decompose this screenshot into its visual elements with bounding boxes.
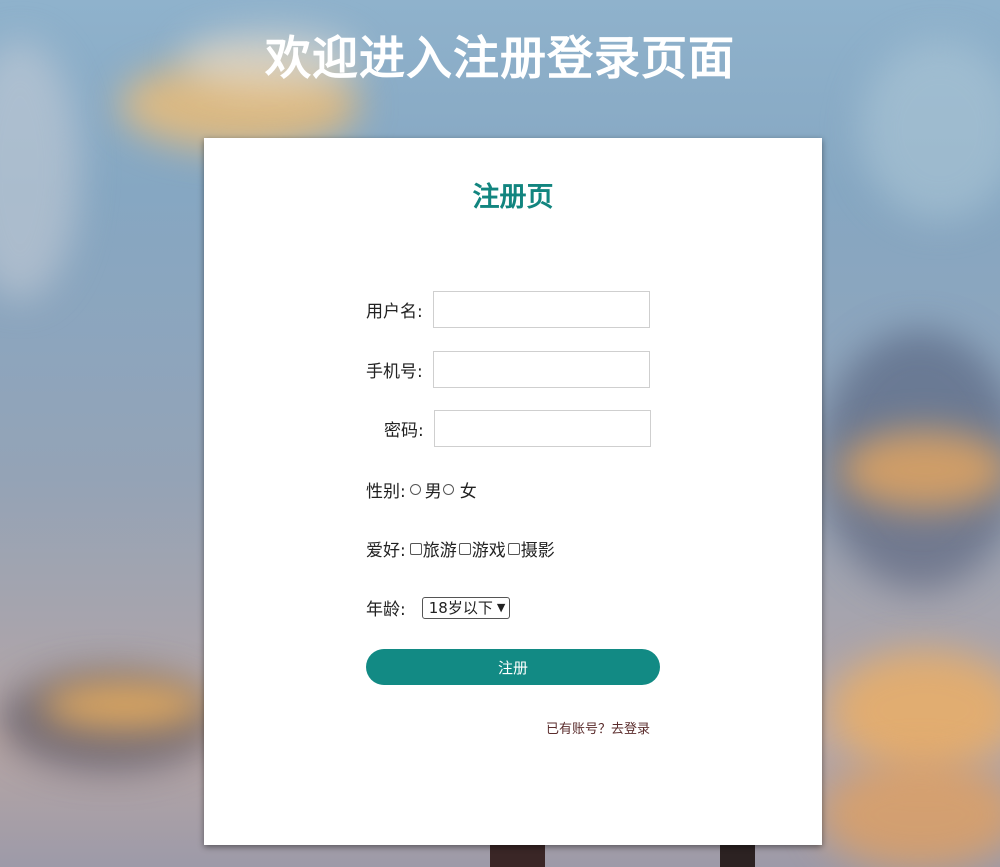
checkbox[interactable] — [409, 542, 422, 555]
cloud — [830, 650, 1000, 770]
hobbies-row: 爱好: 旅游 游戏 摄影 — [366, 536, 555, 561]
age-select[interactable]: 18岁以下 ▼ — [421, 596, 511, 619]
phone-label: 手机号: — [366, 362, 423, 382]
phone-row: 手机号: — [366, 351, 650, 388]
hobby-option-games[interactable]: 游戏 — [458, 536, 506, 561]
gender-row: 性别: 男 女 — [366, 477, 477, 502]
cloud — [820, 330, 1000, 590]
cloud — [40, 680, 210, 730]
background-silhouette — [720, 845, 755, 867]
age-row: 年龄: 18岁以下 ▼ — [366, 595, 511, 620]
gender-option-label: 女 — [459, 482, 477, 502]
gender-option-male[interactable]: 男 — [409, 477, 442, 502]
hobbies-label: 爱好: — [366, 541, 406, 561]
checkbox[interactable] — [458, 542, 471, 555]
background-silhouette — [490, 845, 545, 867]
gender-label: 性别: — [366, 482, 406, 502]
phone-input[interactable] — [432, 351, 650, 388]
hobby-option-travel[interactable]: 旅游 — [409, 536, 457, 561]
password-input[interactable] — [433, 410, 651, 447]
checkbox[interactable] — [507, 542, 520, 555]
username-label: 用户名: — [366, 302, 423, 322]
radio-button[interactable] — [409, 484, 421, 495]
password-label: 密码: — [384, 421, 424, 441]
cloud — [840, 430, 1000, 510]
page-title: 欢迎进入注册登录页面 — [265, 31, 735, 85]
gender-option-female[interactable]: 女 — [442, 477, 477, 502]
register-card: 注册页 用户名: 手机号: 密码: 性别: 男 女 爱好: 旅游 游戏 摄影 年… — [204, 138, 822, 845]
age-label: 年龄: — [366, 600, 406, 620]
cloud — [820, 760, 1000, 867]
username-row: 用户名: — [366, 291, 650, 328]
password-row: 密码: — [384, 410, 651, 447]
age-select-value: 18岁以下 — [428, 599, 493, 617]
cloud — [0, 670, 220, 770]
gender-option-label: 男 — [424, 482, 442, 502]
radio-button[interactable] — [442, 484, 454, 495]
hobby-option-label: 游戏 — [471, 541, 506, 561]
hobby-option-label: 摄影 — [520, 541, 555, 561]
chevron-down-icon: ▼ — [496, 601, 506, 614]
login-link[interactable]: 已有账号？去登录 — [546, 718, 650, 737]
hobby-option-label: 旅游 — [422, 541, 457, 561]
username-input[interactable] — [432, 291, 650, 328]
form-title: 注册页 — [472, 182, 554, 213]
hobby-option-photography[interactable]: 摄影 — [507, 536, 555, 561]
register-button[interactable]: 注册 — [366, 649, 660, 685]
